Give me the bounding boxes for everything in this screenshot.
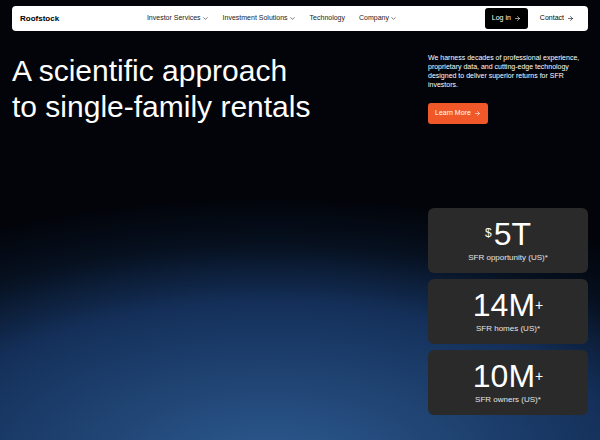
chevron-down-icon <box>202 15 209 22</box>
hero-heading: A scientific approachto single-family re… <box>12 53 310 415</box>
nav-item[interactable]: Investment Solutions <box>223 13 296 24</box>
chevron-down-icon <box>289 15 296 22</box>
contact-button[interactable]: Contact <box>534 8 580 29</box>
login-button[interactable]: Log in <box>485 8 528 29</box>
nav-bar: Roofstock Investor Services Investment Sol… <box>12 6 588 31</box>
chevron-down-icon <box>390 15 397 22</box>
arrow-right-icon <box>567 15 574 22</box>
nav-item[interactable]: Company <box>359 13 397 24</box>
nav-item[interactable]: Investor Services <box>147 13 209 24</box>
stat-card: 14M+SFR homes (US)* <box>428 279 588 344</box>
stat-card: 10M+SFR owners (US)* <box>428 350 588 415</box>
learn-more-button[interactable]: Learn More <box>428 103 488 124</box>
page: Roofstock Investor Services Investment Sol… <box>0 0 600 440</box>
arrow-right-icon <box>514 15 521 22</box>
hero-description: We harness decades of professional exper… <box>428 53 588 89</box>
stat-card: $5TSFR opportunity (US)* <box>428 208 588 273</box>
logo[interactable]: Roofstock <box>20 13 59 25</box>
nav-item[interactable]: Technology <box>310 13 345 24</box>
arrow-right-icon <box>474 110 481 117</box>
